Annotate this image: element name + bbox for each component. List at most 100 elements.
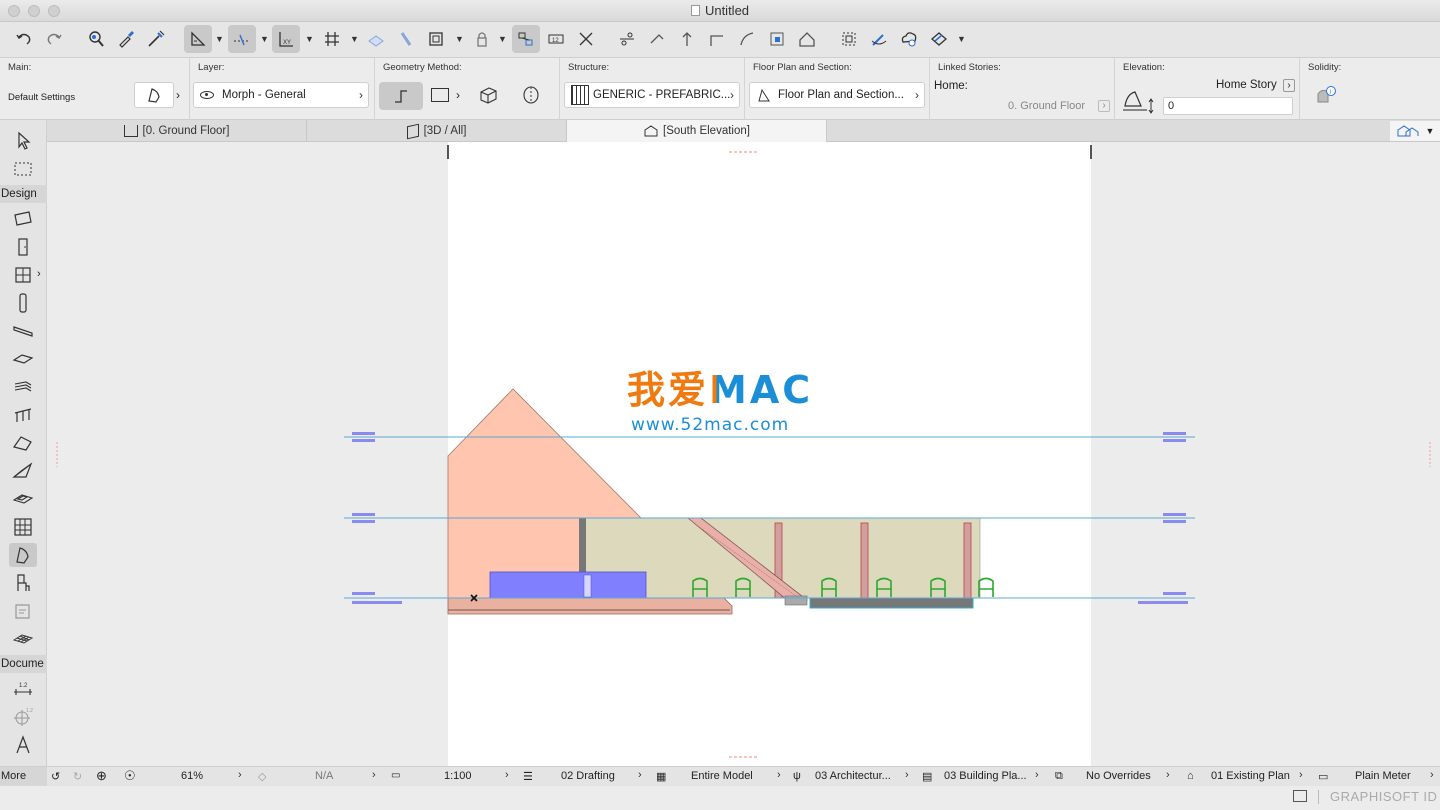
home-story-value[interactable]: 0. Ground Floor [1008,100,1085,112]
guide-lines-icon[interactable] [184,25,212,53]
box-method-icon[interactable] [477,84,499,109]
split-icon[interactable] [613,25,641,53]
chevron-right-icon[interactable]: › [1283,79,1295,92]
chevron-down-icon[interactable]: ▼ [957,34,966,44]
navigator-button[interactable]: ▼ [1390,121,1440,141]
chevron-down-icon[interactable]: ▼ [215,34,224,44]
chevron-right-icon[interactable]: › [638,769,642,781]
chevron-right-icon[interactable]: › [1098,100,1110,112]
roof-icon[interactable] [793,25,821,53]
elevation-input[interactable]: 0 [1163,97,1293,115]
chevron-down-icon[interactable]: ▼ [350,34,359,44]
windows-icon[interactable] [1293,790,1307,802]
dimension-standard-value[interactable]: Plain Meter [1355,770,1411,782]
tab-south-elevation[interactable]: [South Elevation] [567,120,827,142]
more-tools-button[interactable]: More [0,767,47,786]
structure-select[interactable]: GENERIC - PREFABRIC... › [564,82,740,108]
blue-volume[interactable] [489,571,647,599]
chevron-down-icon[interactable]: ▼ [498,34,507,44]
chevron-right-icon[interactable]: › [505,769,509,781]
resize-icon[interactable] [763,25,791,53]
tab-3d-all[interactable]: [3D / All] [307,120,567,142]
curtain-wall-tool-icon[interactable] [9,515,37,539]
stair-tool-icon[interactable] [9,375,37,399]
adjust-icon[interactable] [643,25,671,53]
solidity-icon[interactable]: i [1314,84,1338,111]
chevron-right-icon[interactable]: › [905,769,909,781]
offset-icon[interactable] [733,25,761,53]
grid-snap-icon[interactable] [318,25,346,53]
railing-tool-icon[interactable] [9,403,37,427]
beam-tool-icon[interactable] [9,319,37,343]
drawing-canvas[interactable]: 我爱MAC www.52mac.com [47,142,1440,766]
pen-tool-icon[interactable] [392,25,420,53]
polyline-method-button[interactable] [379,82,423,110]
fit-in-window-icon[interactable]: ☉ [124,768,136,784]
chevron-right-icon[interactable]: › [1430,769,1434,781]
chevron-right-icon[interactable]: › [176,88,180,102]
zoom-in-icon[interactable]: ⊕ [96,768,107,784]
level-dimension-tool-icon[interactable]: 1.2 [9,705,37,729]
morph-settings-button[interactable] [134,82,174,108]
object-tool-icon[interactable] [9,571,37,595]
door-tool-icon[interactable] [9,235,37,259]
chevron-down-icon[interactable]: ▼ [455,34,464,44]
view-3d-icon[interactable] [925,25,953,53]
cross-selection-icon[interactable] [572,25,600,53]
zone-tool-icon[interactable] [9,599,37,623]
graphic-overrides-value[interactable]: No Overrides [1086,770,1151,782]
suspend-groups-icon[interactable] [512,25,540,53]
chevron-right-icon[interactable]: › [456,88,460,102]
text-tool-icon[interactable] [9,733,37,757]
snap-guides-icon[interactable] [228,25,256,53]
shell-tool-icon[interactable] [9,459,37,483]
document-section-header[interactable]: Docume [0,655,47,673]
chevron-right-icon[interactable]: › [1299,769,1303,781]
layer-select[interactable]: Morph - General › [193,82,369,108]
dimension-icon[interactable]: 12 [542,25,570,53]
find-select-icon[interactable] [82,25,110,53]
layer-combination-value[interactable]: 02 Drafting [561,770,615,782]
roof-tool-icon[interactable] [9,431,37,455]
design-section-header[interactable]: Design [0,185,47,203]
orientation-value[interactable]: N/A [315,770,333,782]
teamwork-icon[interactable] [895,25,923,53]
zoom-next-icon[interactable]: ↻ [73,770,82,783]
zoom-previous-icon[interactable]: ↺ [51,770,60,783]
chevron-right-icon[interactable]: › [37,268,41,280]
dimension-tool-icon[interactable]: 1.2 [9,677,37,701]
graphisoft-id-button[interactable]: GRAPHISOFT ID [1330,789,1437,804]
model-view-options-value[interactable]: 03 Building Pla... [944,770,1027,782]
chevron-right-icon[interactable]: › [1166,769,1170,781]
chevron-down-icon[interactable]: ▼ [305,34,314,44]
floor-slab-right[interactable] [809,597,974,609]
intersect-icon[interactable] [673,25,701,53]
group-icon[interactable] [835,25,863,53]
slab-tool-icon[interactable] [9,347,37,371]
revolve-method-icon[interactable] [520,84,542,109]
renovation-filter-value[interactable]: 01 Existing Plan [1211,770,1290,782]
column-tool-icon[interactable] [9,291,37,315]
scale-value[interactable]: 1:100 [444,770,472,782]
lock-icon[interactable] [468,25,496,53]
redo-icon[interactable] [40,25,68,53]
zoom-value[interactable]: 61% [181,770,203,782]
chevron-down-icon[interactable]: ▼ [260,34,269,44]
box-view-icon[interactable] [422,25,450,53]
fillet-icon[interactable] [703,25,731,53]
morph-tool-icon[interactable] [9,543,37,567]
chevron-right-icon[interactable]: › [1035,769,1039,781]
tab-ground-floor[interactable]: [0. Ground Floor] [47,120,307,142]
undo-icon[interactable] [10,25,38,53]
wall-tool-icon[interactable] [9,207,37,231]
floorplan-section-button[interactable]: Floor Plan and Section... › [749,82,925,108]
syringe-icon[interactable] [142,25,170,53]
rectangle-method-icon[interactable] [431,88,449,102]
ground-slab[interactable] [447,597,733,615]
pen-set-value[interactable]: 03 Architectur... [815,770,891,782]
marquee-tool-icon[interactable] [9,157,37,181]
coordinate-input-icon[interactable]: XY [272,25,300,53]
window-tool-icon[interactable] [9,263,37,287]
layer-plane-icon[interactable] [362,25,390,53]
eyedropper-icon[interactable] [112,25,140,53]
